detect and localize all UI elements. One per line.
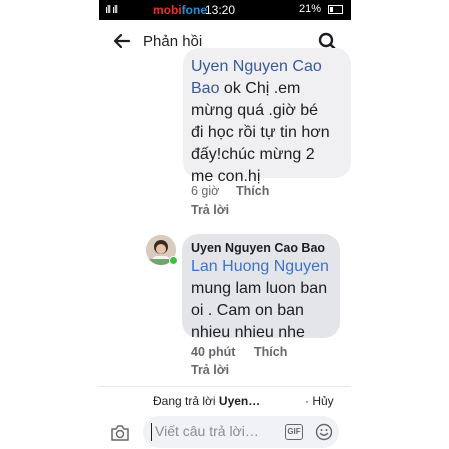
carrier-name: mobifone: [153, 3, 207, 17]
replying-to-label: Đang trả lời Uyen…: [153, 394, 260, 408]
like-button[interactable]: Thích: [254, 345, 287, 359]
cancel-reply-button[interactable]: · Hủy: [305, 394, 334, 408]
carrier-mobi: mobi: [153, 3, 182, 17]
comment-author-continued[interactable]: Bao: [191, 80, 219, 97]
online-status-dot: [169, 256, 178, 265]
comment-line: đấy!chúc mừng 2: [191, 146, 315, 163]
page-title: Phản hồi: [143, 33, 203, 50]
camera-icon[interactable]: [110, 424, 130, 442]
text-caret: [151, 423, 152, 441]
battery-percent: 21%: [299, 3, 322, 15]
clock: 13:20: [205, 3, 236, 17]
reply-button[interactable]: Trả lời: [191, 363, 229, 377]
replying-prefix: Đang trả lời: [153, 394, 219, 408]
comment-line: nhieu nhieu nhe: [191, 324, 305, 341]
reply-button[interactable]: Trả lời: [191, 203, 229, 217]
comment-time: 6 giờ: [191, 184, 220, 198]
comment-bubble[interactable]: Uyen Nguyen Cao Bao ok Chị .em mừng quá …: [183, 48, 351, 185]
comment-bubble[interactable]: Uyen Nguyen Cao Bao Lan Huong Nguyen mun…: [182, 234, 340, 341]
signal-indicator: ıll ıll: [105, 4, 118, 16]
gif-icon[interactable]: GIF: [285, 424, 303, 440]
status-bar: ıll ıll mobifone 13:20 21%: [99, 0, 351, 20]
comment-line: oi . Cam on ban: [191, 302, 304, 319]
divider: [99, 386, 351, 387]
replying-to-name: Uyen…: [218, 394, 261, 408]
emoji-icon[interactable]: [315, 423, 333, 441]
carrier-fone: fone: [181, 3, 208, 17]
battery-icon: [328, 5, 343, 14]
mention-link[interactable]: Lan Huong Nguyen: [191, 258, 329, 275]
comment-line: me con.hị: [191, 168, 261, 185]
arrow-left-icon[interactable]: [113, 32, 131, 50]
comment-line: mừng quá .giờ bé: [191, 102, 319, 119]
phone-screen: ıll ıll mobifone 13:20 21% Phản hồi Uyen…: [99, 0, 351, 449]
comment-line: ok Chị .em: [219, 80, 301, 97]
comment-author[interactable]: Uyen Nguyen Cao: [191, 58, 322, 75]
comment-line: đi học rồi tự tin hơn: [191, 124, 330, 141]
comment-text: Uyen Nguyen Cao Bao ok Chị .em mừng quá …: [191, 56, 339, 188]
comment-time: 40 phút: [191, 345, 236, 359]
reply-input[interactable]: Viết câu trả lời… GIF: [143, 416, 339, 448]
comment-author[interactable]: Uyen Nguyen Cao Bao: [191, 240, 331, 256]
comment-line: mung lam luon ban: [191, 280, 328, 297]
like-button[interactable]: Thích: [236, 184, 269, 198]
reply-input-placeholder: Viết câu trả lời…: [155, 423, 259, 439]
